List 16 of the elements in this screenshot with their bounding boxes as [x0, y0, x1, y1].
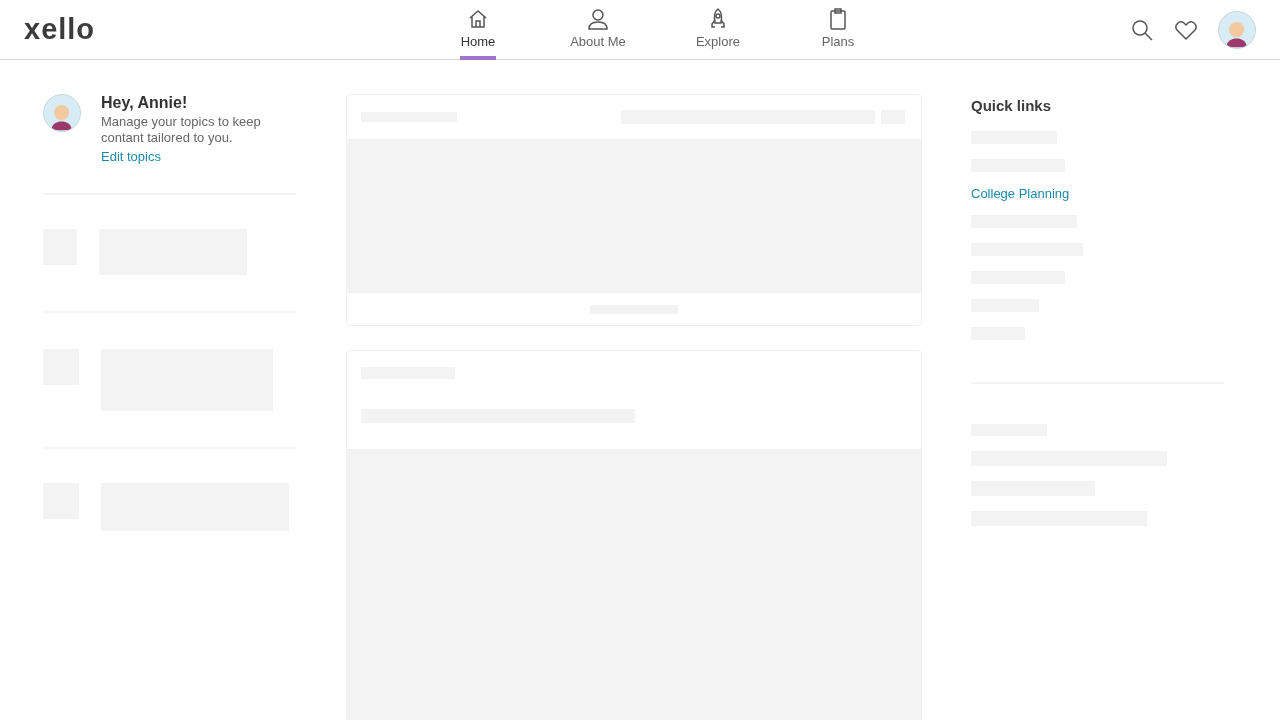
nav-tab[interactable]: Home	[418, 0, 538, 59]
search-button[interactable]	[1130, 17, 1154, 42]
greeting-title: Hey, Annie!	[101, 94, 189, 112]
edit-topics-link[interactable]: Edit topics	[101, 149, 161, 164]
nav-tab[interactable]: Explore	[658, 0, 778, 59]
nav-tab[interactable]: About Me	[538, 0, 658, 59]
person-icon	[586, 7, 610, 31]
quick-links-title: Quick links	[971, 97, 1053, 114]
logo[interactable]: xello	[24, 13, 404, 46]
favorites-button[interactable]	[1174, 18, 1198, 41]
greeting-message: Manage your topics to keep contant tailored to you.	[101, 114, 262, 146]
search-icon	[1130, 17, 1154, 42]
nav-tab[interactable]: Plans	[778, 0, 898, 59]
profile-avatar[interactable]	[1218, 10, 1256, 49]
quick-link[interactable]: College Planning	[971, 186, 1224, 201]
heart-icon	[1174, 18, 1198, 41]
